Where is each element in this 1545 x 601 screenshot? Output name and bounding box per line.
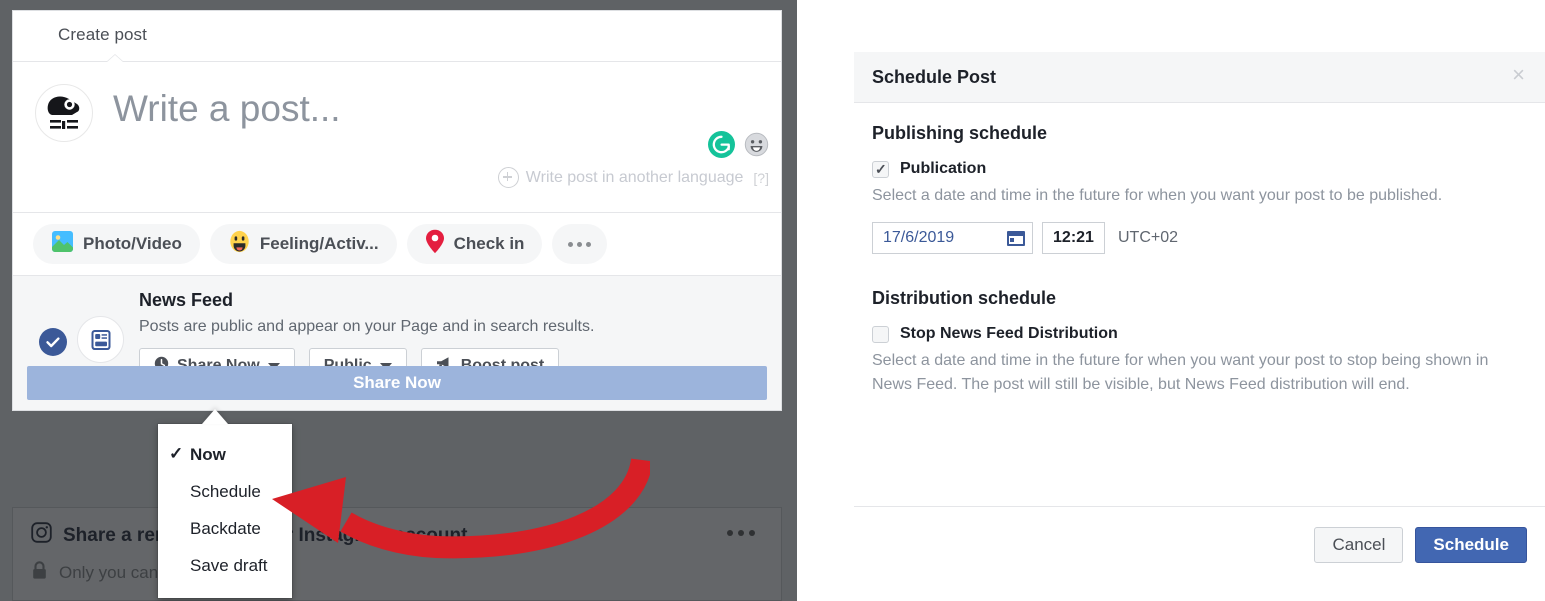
news-feed-title: News Feed [139, 290, 234, 310]
publish-datetime-row: 17/6/2019 12:21 UTC+02 [872, 222, 1527, 254]
instagram-reminder-card: Share a reminder on your Instagram accou… [12, 507, 782, 601]
dropdown-item-save-draft[interactable]: Save draft [158, 547, 292, 584]
news-feed-selected-badge[interactable] [39, 328, 67, 356]
news-feed-description: Posts are public and appear on your Page… [139, 318, 595, 335]
dropdown-item-backdate[interactable]: Backdate [158, 510, 292, 547]
avatar[interactable] [35, 84, 93, 142]
share-now-submit-button[interactable]: Share Now [27, 366, 767, 400]
create-post-card: Create post Write a post... Write post i… [12, 10, 782, 411]
dialog-footer: Cancel Schedule [854, 506, 1545, 582]
dropdown-item-now-label: Now [190, 444, 226, 464]
post-text-placeholder[interactable]: Write a post... [113, 88, 341, 130]
schedule-options-dropdown: ✓ Now Schedule Backdate Save draft [158, 424, 292, 598]
another-language-label: Write post in another language [525, 168, 744, 186]
check-icon: ✓ [875, 160, 887, 177]
plus-circle-icon [497, 167, 519, 188]
emoji-picker-icon[interactable] [744, 132, 769, 157]
ellipsis-icon [568, 241, 592, 247]
photo-video-button[interactable]: Photo/Video [33, 224, 200, 264]
dialog-title: Schedule Post [872, 67, 997, 87]
photo-video-label: Photo/Video [83, 234, 182, 253]
location-pin-icon [425, 229, 445, 259]
feeling-activity-icon [228, 230, 251, 258]
schedule-button-label: Schedule [1433, 534, 1509, 554]
distribution-description: Select a date and time in the future for… [872, 352, 1489, 393]
instagram-more-icon[interactable] [727, 530, 755, 536]
check-in-label: Check in [453, 234, 525, 253]
schedule-post-dialog: Schedule Post × Publishing schedule ✓ Pu… [854, 52, 1545, 582]
tab-create-post[interactable]: Create post [58, 25, 147, 45]
dialog-header: Schedule Post × [854, 52, 1545, 103]
compose-body: Write a post... Write post in another la… [13, 62, 781, 212]
publish-time-value: 12:21 [1053, 229, 1094, 246]
grammarly-icon[interactable] [708, 131, 735, 158]
dropdown-pointer [202, 409, 228, 424]
dropdown-item-schedule-label: Schedule [190, 481, 261, 501]
publish-time-input[interactable]: 12:21 [1042, 222, 1105, 254]
dropdown-item-now[interactable]: ✓ Now [158, 436, 292, 473]
publishing-description: Select a date and time in the future for… [872, 187, 1443, 204]
close-icon[interactable]: × [1512, 64, 1525, 86]
lock-icon [31, 561, 48, 585]
calendar-icon[interactable] [1007, 230, 1025, 246]
publication-checkbox-label: Publication [900, 160, 987, 177]
stop-distribution-checkbox-label: Stop News Feed Distribution [900, 325, 1118, 342]
publish-date-input[interactable]: 17/6/2019 [872, 222, 1033, 254]
feeling-activity-label: Feeling/Activ... [259, 234, 379, 253]
photo-video-icon [51, 230, 74, 258]
distribution-schedule-heading: Distribution schedule [872, 288, 1057, 308]
help-icon[interactable]: [?] [753, 170, 769, 186]
schedule-button[interactable]: Schedule [1415, 526, 1527, 563]
publication-checkbox[interactable]: ✓ [872, 160, 889, 178]
check-icon: ✓ [169, 444, 184, 463]
cancel-button-label: Cancel [1332, 534, 1386, 554]
dropdown-item-save-draft-label: Save draft [190, 555, 268, 575]
stop-distribution-checkbox-row[interactable]: Stop News Feed Distribution [872, 325, 1527, 343]
timezone-label: UTC+02 [1118, 229, 1179, 246]
publishing-schedule-heading: Publishing schedule [872, 123, 1048, 143]
news-feed-section: News Feed Posts are public and appear on… [13, 275, 781, 410]
news-feed-icon [77, 316, 124, 363]
dropdown-item-schedule[interactable]: Schedule [158, 473, 292, 510]
dialog-body: Publishing schedule ✓ Publication Select… [854, 103, 1545, 397]
dropdown-item-backdate-label: Backdate [190, 518, 261, 538]
instagram-icon [31, 522, 52, 549]
composer-action-row: Photo/Video Feeling/Activ... Check in [13, 212, 781, 275]
write-another-language[interactable]: Write post in another language [?] [497, 167, 769, 188]
facebook-composer-panel: Create post Write a post... Write post i… [0, 0, 797, 601]
feeling-activity-button[interactable]: Feeling/Activ... [209, 224, 397, 264]
share-now-submit-label: Share Now [353, 373, 441, 392]
check-in-button[interactable]: Check in [406, 224, 543, 264]
stop-distribution-checkbox[interactable] [872, 325, 889, 343]
more-actions-button[interactable] [552, 224, 608, 264]
cancel-button[interactable]: Cancel [1314, 526, 1404, 563]
publish-date-value: 17/6/2019 [883, 229, 955, 246]
composer-tabs: Create post [13, 11, 781, 63]
publication-checkbox-row[interactable]: ✓ Publication [872, 160, 1527, 178]
schedule-post-panel: Schedule Post × Publishing schedule ✓ Pu… [797, 0, 1545, 601]
